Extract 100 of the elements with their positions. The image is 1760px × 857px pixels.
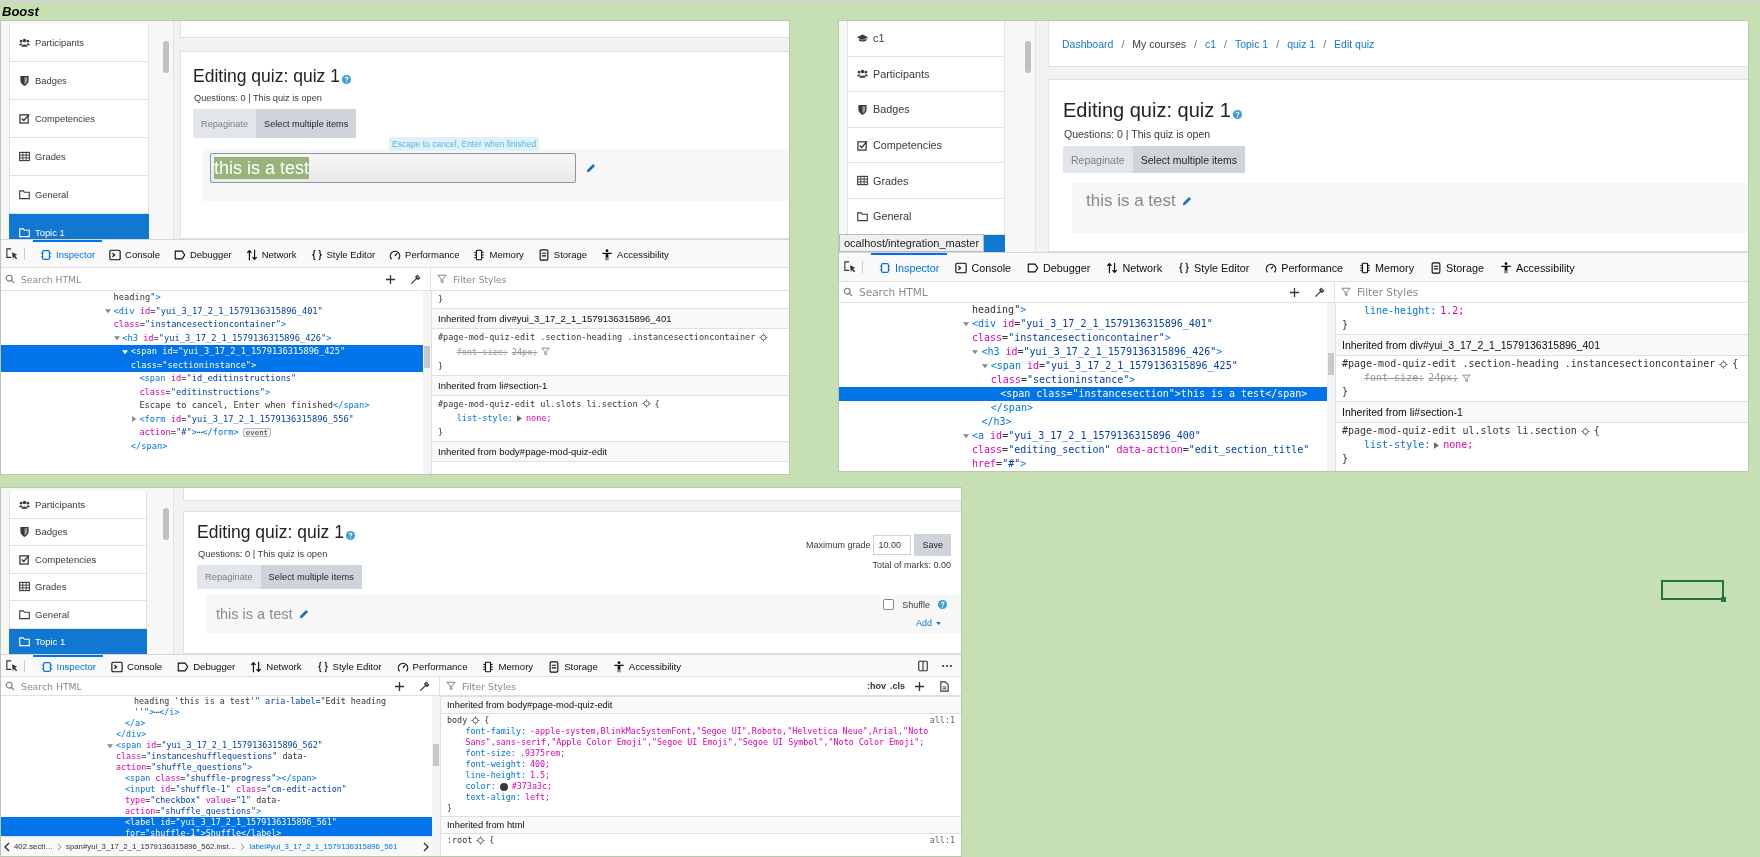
devtools-tab[interactable]: Inspector	[33, 655, 104, 676]
sidebar-item[interactable]: General	[9, 601, 147, 629]
sidebar-item[interactable]: Competencies	[9, 100, 149, 138]
scrollbar[interactable]	[153, 21, 174, 239]
code-line[interactable]: Escape to cancel, Enter when finished</span>	[1, 399, 423, 413]
selected-cell[interactable]	[1661, 580, 1724, 600]
triangle-icon[interactable]	[107, 742, 113, 749]
sidebar-item[interactable]: Competencies	[9, 546, 147, 574]
filter-field[interactable]: Filter Styles	[460, 679, 863, 693]
code-line[interactable]: action="shuffle_questions">	[1, 762, 432, 773]
code-line[interactable]: heading">	[1, 291, 423, 305]
sidebar-item[interactable]: Badges	[9, 518, 147, 546]
search-field[interactable]: Search HTML	[19, 679, 385, 693]
code-line[interactable]: action="shuffle_questions">	[1, 806, 432, 817]
devtools-tab[interactable]: Console	[102, 240, 167, 267]
css-declaration[interactable]: font-size: .9375rem;	[447, 748, 955, 759]
css-declaration[interactable]: color: #373a3c;	[447, 781, 955, 792]
gear-icon[interactable]	[471, 716, 481, 725]
pencil-icon[interactable]	[1181, 196, 1192, 206]
code-line[interactable]: <div id="yui_3_17_2_1_1579136315896_401"	[839, 317, 1327, 331]
expand-triangle-icon[interactable]	[517, 414, 522, 422]
help-icon[interactable]	[341, 75, 351, 84]
scrollbar[interactable]	[423, 291, 432, 474]
sidebar-item[interactable]: Topic 1	[9, 628, 147, 654]
triangle-icon[interactable]	[981, 363, 988, 369]
gear-icon[interactable]	[641, 399, 651, 408]
devtools-tab[interactable]: Debugger	[1019, 253, 1099, 281]
code-line[interactable]: </span>	[839, 401, 1327, 415]
eyedropper-icon[interactable]	[1314, 286, 1325, 298]
document-icon[interactable]	[939, 680, 950, 692]
code-line[interactable]: class="editing_section" data-action="edit_section_title"	[839, 443, 1327, 457]
code-line[interactable]: class="instancesectioncontainer">	[839, 331, 1327, 345]
gear-icon[interactable]	[1580, 426, 1590, 436]
devtools-tab[interactable]: Network	[242, 655, 309, 676]
caret-icon[interactable]	[936, 621, 941, 625]
breadcrumb-link[interactable]: quiz 1	[1287, 37, 1316, 50]
filter-field[interactable]: Filter Styles	[1355, 285, 1742, 299]
plus-icon[interactable]	[914, 680, 925, 692]
expand-triangle-icon[interactable]	[1434, 441, 1440, 449]
code-line[interactable]: heading">	[839, 303, 1327, 317]
code-line[interactable]: class="sectioninstance">	[839, 373, 1327, 387]
devtools-tab[interactable]: Network	[238, 240, 304, 267]
breadcrumb-link[interactable]: c1	[1204, 37, 1216, 50]
breadcrumb-link[interactable]: Edit quiz	[1334, 37, 1375, 50]
css-declaration[interactable]: font-weight: 400;	[447, 759, 955, 770]
devtools-tab[interactable]: Debugger	[166, 240, 239, 267]
code-line[interactable]: </h3>	[839, 415, 1327, 429]
sidebar-item[interactable]: Participants	[847, 56, 1005, 93]
help-icon[interactable]	[1232, 110, 1242, 119]
devtools-tab[interactable]: Style Editor	[309, 655, 390, 676]
devtools-tab[interactable]: Storage	[1422, 253, 1492, 281]
search-field[interactable]: Search HTML	[19, 272, 376, 286]
sidebar-item[interactable]: Participants	[9, 491, 147, 519]
search-field[interactable]: Search HTML	[857, 285, 1280, 299]
triangle-icon[interactable]	[113, 335, 120, 342]
code-line[interactable]: <div id="yui_3_17_2_1_1579136315896_401"	[1, 304, 423, 318]
devtools-tab[interactable]: Memory	[475, 655, 541, 676]
devtools-tab[interactable]: Storage	[540, 655, 606, 676]
eyedropper-icon[interactable]	[419, 680, 430, 692]
sidebar-item[interactable]: Grades	[9, 138, 149, 176]
code-line[interactable]: class="instanceshufflequestions" data-	[1, 751, 432, 762]
css-declaration[interactable]: font-family: -apple-system,BlinkMacSystemFont,"Segoe UI",Roboto,"Helvetica Neue",Arial,"Noto Sans",sans-serif,"Apple Color Emoji","Segoe UI Emoji","Segoe UI Symbol","Noto Color Emoji";	[447, 726, 955, 748]
grade-input-field[interactable]: 10.00	[873, 535, 912, 555]
plus-icon[interactable]	[1289, 286, 1300, 298]
toolbar-button[interactable]: Select multiple items	[256, 109, 357, 138]
code-line[interactable]: ''">⋯</i>	[1, 707, 432, 718]
sidebar-item[interactable]: c1	[847, 21, 1005, 57]
triangle-icon[interactable]	[105, 308, 111, 315]
code-line[interactable]: <h3 id="yui_3_17_2_1_1579136315896_426">	[839, 345, 1327, 359]
filter-icon[interactable]	[541, 347, 551, 356]
devtools-tab[interactable]: Performance	[1257, 253, 1352, 281]
style-toggle-button[interactable]: .cls	[890, 681, 905, 691]
sidebar-item[interactable]: Badges	[847, 92, 1005, 128]
code-line[interactable]: <h3 id="yui_3_17_2_1_1579136315896_426">	[1, 331, 423, 345]
sidebar-item[interactable]: Badges	[9, 62, 149, 100]
code-line[interactable]: class="editinstructions">	[1, 385, 423, 399]
breadcrumb-link[interactable]: Topic 1	[1234, 37, 1269, 50]
scrollbar[interactable]	[1009, 21, 1036, 252]
sidebar-item[interactable]: Competencies	[847, 127, 1005, 164]
gear-icon[interactable]	[759, 332, 769, 342]
code-line[interactable]: <form id="yui_3_17_2_1_1579136315896_556"	[1, 412, 423, 426]
toolbar-button[interactable]: Select multiple items	[260, 565, 362, 589]
rule-source-link[interactable]: all:1	[929, 835, 955, 846]
css-declaration[interactable]: text-align: left;	[447, 792, 955, 803]
devtools-tab[interactable]: Debugger	[169, 655, 243, 676]
code-line[interactable]: </a>	[1, 718, 432, 729]
css-declaration[interactable]: line-height: 1.5;	[447, 770, 955, 781]
devtools-tab[interactable]: Accessibility	[1491, 253, 1583, 281]
devtools-tab[interactable]: Console	[947, 253, 1020, 281]
devtools-tab[interactable]: Performance	[389, 655, 475, 676]
checkbox-label[interactable]: Shuffle	[902, 599, 930, 610]
plus-icon[interactable]	[385, 273, 396, 285]
devtools-tab[interactable]: Storage	[530, 240, 595, 267]
triangle-icon[interactable]	[963, 321, 969, 327]
devtools-tab[interactable]: Console	[103, 655, 170, 676]
sidebar-item[interactable]: General	[9, 176, 149, 214]
devtools-tab[interactable]: Style Editor	[303, 240, 383, 267]
devtools-tab[interactable]: Style Editor	[1170, 253, 1258, 281]
scroll-left-icon[interactable]	[4, 841, 10, 852]
gear-icon[interactable]	[476, 836, 486, 845]
